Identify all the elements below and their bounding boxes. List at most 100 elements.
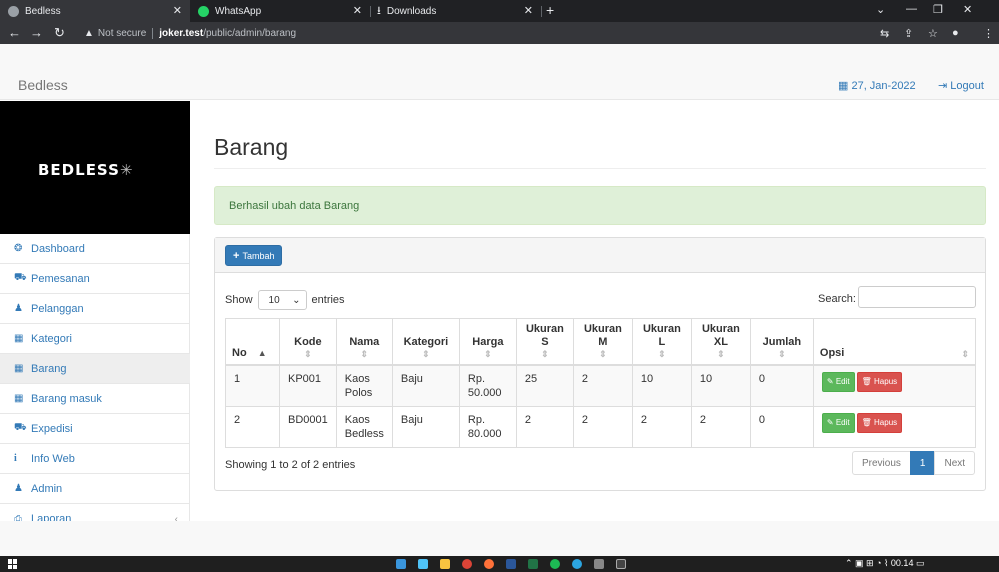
address-bar[interactable]: ▲ Not secure joker.test /public/admin/ba… (84, 25, 854, 41)
delete-button[interactable]: 🗑 Hapus (856, 372, 903, 392)
column-header-harga[interactable]: Harga ⇕ (458, 318, 517, 366)
column-label: Jumlah (762, 336, 802, 348)
column-label: Ukuran L (642, 323, 681, 348)
file-explorer-icon[interactable] (440, 559, 450, 569)
sidebar-item-label: Pemesanan (31, 272, 90, 285)
app-icon[interactable] (594, 559, 604, 569)
column-header-ukuran-xl[interactable]: Ukuran XL ⇕ (690, 318, 751, 366)
edit-button[interactable]: ✎ Edit (821, 372, 855, 392)
brand-link[interactable]: Bedless (18, 77, 68, 93)
new-tab-button[interactable]: + (546, 2, 554, 18)
terminal-icon[interactable] (616, 559, 626, 569)
profile-icon[interactable]: ● (952, 27, 959, 39)
close-icon[interactable]: ✕ (353, 4, 362, 17)
search-label: Search: (818, 293, 856, 305)
sidebar-item-admin[interactable]: ♟ Admin (0, 474, 190, 504)
success-alert: Berhasil ubah data Barang (214, 186, 986, 225)
firefox-icon[interactable] (484, 559, 494, 569)
add-button[interactable]: + Tambah (225, 245, 283, 266)
restore-icon[interactable]: ❐ (933, 3, 943, 16)
close-icon[interactable]: ✕ (524, 4, 533, 17)
chevron-down-icon: ⌄ (292, 294, 301, 306)
previous-button[interactable]: Previous (852, 451, 911, 475)
logout-label: Logout (950, 80, 984, 92)
sidebar-item-dashboard[interactable]: ❂ Dashboard (0, 234, 190, 264)
search-input[interactable] (858, 286, 976, 308)
sidebar: BEDLESS✳ ❂ Dashboard ⛟ Pemesanan ♟ Pelangga… (0, 101, 190, 531)
next-button[interactable]: Next (934, 451, 976, 475)
column-header-ukuran-l[interactable]: Ukuran L ⇕ (631, 318, 692, 366)
column-header-ukuran-m[interactable]: Ukuran M ⇕ (572, 318, 633, 366)
entries-select[interactable]: 10 ⌄ (257, 290, 307, 310)
sidebar-item-kategori[interactable]: ▦ Kategori (0, 324, 190, 354)
tab-downloads[interactable]: ⭳ Downloads ✕ (371, 0, 541, 22)
logout-link[interactable]: ⇥ Logout (938, 79, 984, 92)
logo-mark: ✳ (119, 161, 134, 179)
tab-bedless[interactable]: Bedless ✕ (0, 0, 190, 22)
cell-ukuran-m: 2 (572, 364, 633, 407)
cell-ukuran-l: 10 (631, 364, 692, 407)
edit-button[interactable]: ✎ Edit (821, 413, 855, 433)
cell-jumlah: 0 (749, 364, 814, 407)
sidebar-item-info-web[interactable]: i Info Web (0, 444, 190, 474)
column-label: Ukuran S (525, 323, 564, 348)
reload-icon[interactable]: ↻ (54, 25, 65, 41)
table-row: 2 BD0001 Kaos Bedless Baju Rp. 80.000 2 … (225, 406, 977, 448)
sort-icon: ⇕ (961, 349, 969, 359)
logo-banner: BEDLESS✳ (0, 101, 190, 234)
sidebar-item-pelanggan[interactable]: ♟ Pelanggan (0, 294, 190, 324)
sidebar-item-barang-masuk[interactable]: ▦ Barang masuk (0, 384, 190, 414)
column-header-kode[interactable]: Kode ⇕ (279, 318, 337, 366)
telegram-icon[interactable] (572, 559, 582, 569)
column-header-kategori[interactable]: Kategori ⇕ (391, 318, 460, 366)
minimize-icon[interactable]: — (906, 3, 917, 15)
translate-icon[interactable]: ⇆ (880, 27, 889, 40)
sidebar-item-label: Barang masuk (31, 392, 102, 405)
users-icon: ♟ (14, 303, 23, 314)
barang-table: No ▲ Kode ⇕ Nama ⇕ Kategori ⇕ Harga ⇕ Ukuran… (225, 318, 977, 448)
sidebar-item-pemesanan[interactable]: ⛟ Pemesanan (0, 264, 190, 294)
app-icon[interactable] (418, 559, 428, 569)
column-header-ukuran-s[interactable]: Ukuran S ⇕ (515, 318, 574, 366)
column-header-jumlah[interactable]: Jumlah ⇕ (749, 318, 814, 366)
whatsapp-icon (198, 5, 209, 17)
cell-kode: BD0001 (279, 406, 337, 448)
page-bottom-band (0, 521, 999, 556)
tab-whatsapp[interactable]: WhatsApp ✕ (190, 0, 370, 22)
chevron-down-icon[interactable]: ⌄ (876, 3, 885, 16)
vscode-icon[interactable] (396, 559, 406, 569)
share-icon[interactable]: ⇪ (904, 27, 913, 40)
sidebar-item-expedisi[interactable]: ⛟ Expedisi (0, 414, 190, 444)
forward-icon[interactable]: → (30, 25, 43, 40)
sidebar-item-barang[interactable]: ▦ Barang (0, 354, 190, 384)
cell-opsi: ✎ Edit 🗑 Hapus (812, 364, 977, 407)
column-header-no[interactable]: No ▲ (225, 318, 280, 366)
system-tray: ⌃ ▣ ⊞ ◔ ⌇ 00.14 ▭ (845, 558, 924, 569)
delete-button[interactable]: 🗑 Hapus (856, 413, 903, 433)
windows-start-icon[interactable] (8, 559, 18, 569)
star-icon[interactable]: ☆ (928, 27, 938, 40)
cart-icon: ⛟ (14, 272, 27, 283)
entries-value: 10 (268, 294, 280, 306)
excel-icon[interactable] (528, 559, 538, 569)
notification-icon[interactable]: ▭ (913, 558, 925, 568)
back-icon[interactable]: ← (8, 25, 21, 40)
title-divider (214, 168, 986, 169)
column-header-nama[interactable]: Nama ⇕ (335, 318, 393, 366)
close-window-icon[interactable]: ✕ (963, 3, 972, 16)
chrome-icon[interactable] (462, 559, 472, 569)
sort-icon: ⇕ (484, 349, 492, 359)
cell-no: 2 (225, 406, 280, 448)
column-header-opsi[interactable]: Opsi ⇕ (812, 318, 977, 366)
tray-icons[interactable]: ⌃ ▣ ⊞ ◔ ⌇ (845, 558, 891, 568)
close-icon[interactable]: ✕ (173, 4, 182, 17)
sidebar-item-label: Dashboard (31, 242, 85, 255)
tab-title: Bedless (25, 5, 61, 17)
menu-icon[interactable]: ⋮ (983, 27, 994, 40)
spotify-icon[interactable] (550, 559, 560, 569)
cell-ukuran-xl: 2 (690, 406, 751, 448)
word-icon[interactable] (506, 559, 516, 569)
page-1-button[interactable]: 1 (909, 451, 936, 475)
cell-harga: Rp. 80.000 (458, 406, 517, 448)
trash-icon: 🗑 (861, 418, 875, 427)
